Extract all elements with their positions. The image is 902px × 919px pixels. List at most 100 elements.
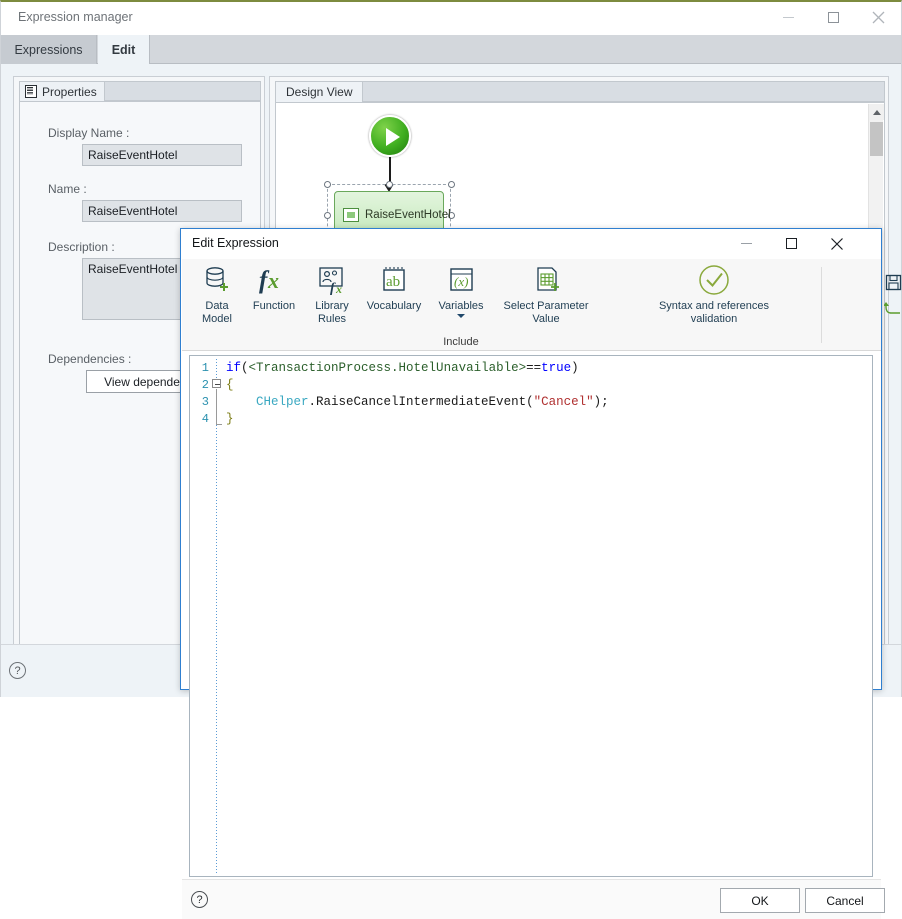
resize-handle[interactable] xyxy=(386,181,393,188)
close-button[interactable] xyxy=(856,2,901,32)
code-fold-end xyxy=(216,424,222,425)
properties-tab[interactable]: Properties xyxy=(19,81,105,101)
library-rules-icon: f x xyxy=(316,263,348,297)
dialog-maximize-button[interactable] xyxy=(769,229,814,258)
ribbon-label: Variables xyxy=(438,300,483,312)
ribbon-vocabulary-button[interactable]: ab Vocabulary xyxy=(358,263,430,313)
main-tabstrip: Expressions Edit xyxy=(1,35,901,64)
scroll-up-icon[interactable] xyxy=(869,104,884,120)
raise-event-icon xyxy=(343,208,359,222)
code-line-1: if(<TransactionProcess.HotelUnavailable>… xyxy=(226,361,579,375)
svg-text:(x): (x) xyxy=(454,274,468,289)
ribbon-label: Function xyxy=(253,300,295,312)
ribbon-label: Value xyxy=(532,313,559,325)
cancel-button[interactable]: Cancel xyxy=(805,888,885,913)
line-number: 4 xyxy=(191,412,209,426)
ribbon-library-rules-button[interactable]: f x LibraryRules xyxy=(306,263,358,325)
save-button[interactable] xyxy=(880,271,902,293)
resize-handle[interactable] xyxy=(324,212,331,219)
design-view-tab[interactable]: Design View xyxy=(275,81,363,102)
ribbon-label: validation xyxy=(691,313,737,325)
ok-button[interactable]: OK xyxy=(720,888,800,913)
minimize-icon xyxy=(741,243,752,244)
dialog-minimize-button[interactable] xyxy=(724,229,769,258)
ribbon-select-parameter-value-button[interactable]: Select ParameterValue xyxy=(492,263,600,325)
close-icon xyxy=(830,237,844,251)
close-icon xyxy=(872,11,885,24)
ribbon-label: Model xyxy=(202,313,232,325)
description-label: Description : xyxy=(48,240,115,254)
undo-button[interactable] xyxy=(880,297,902,319)
ribbon-group-include: DataModel f x Function xyxy=(182,259,606,351)
help-icon[interactable]: ? xyxy=(9,662,26,679)
dialog-close-button[interactable] xyxy=(814,229,859,258)
ribbon-divider xyxy=(821,267,822,343)
check-circle-icon xyxy=(697,263,731,297)
ribbon-group-format: Format xyxy=(830,259,902,351)
tab-expressions-label: Expressions xyxy=(14,43,82,57)
resize-handle[interactable] xyxy=(448,181,455,188)
start-event-node[interactable] xyxy=(369,115,411,157)
save-icon xyxy=(885,274,902,291)
fx-icon: f x xyxy=(257,263,291,297)
maximize-icon xyxy=(786,238,797,249)
design-view-tab-label: Design View xyxy=(286,85,352,99)
svg-text:x: x xyxy=(335,282,342,296)
resize-handle[interactable] xyxy=(324,181,331,188)
ribbon-variables-button[interactable]: (x) Variables xyxy=(430,263,492,318)
name-input[interactable] xyxy=(82,200,242,222)
code-line-3: CHelper.RaiseCancelIntermediateEvent("Ca… xyxy=(226,395,609,409)
code-editor[interactable]: 1 2 3 4 if(<TransactionProcess.HotelUnav… xyxy=(189,355,873,877)
select-parameter-value-icon xyxy=(530,263,562,297)
code-line-4: } xyxy=(226,412,234,426)
svg-text:x: x xyxy=(267,268,279,293)
design-view-tabstrip xyxy=(275,81,885,102)
main-titlebar: Expression manager xyxy=(1,2,901,35)
ribbon-syntax-validation-button[interactable]: Syntax and referencesvalidation xyxy=(616,263,812,325)
undo-icon xyxy=(884,301,902,316)
ribbon-group-label-format: Format xyxy=(870,336,902,348)
dialog-titlebar: Edit Expression xyxy=(181,229,881,259)
ribbon-label: Select Parameter xyxy=(504,300,589,312)
tab-expressions[interactable]: Expressions xyxy=(1,35,97,64)
ribbon-label: Data xyxy=(205,300,228,312)
line-number-gutter: 1 2 3 4 xyxy=(190,356,212,876)
vocabulary-ab-icon: ab xyxy=(378,263,410,297)
tab-edit[interactable]: Edit xyxy=(98,35,150,65)
ribbon-label: Syntax and references xyxy=(659,300,769,312)
maximize-button[interactable] xyxy=(811,2,856,32)
page-title: Expression manager xyxy=(18,10,133,24)
edit-expression-dialog: Edit Expression DataModel xyxy=(180,228,882,690)
ribbon-data-model-button[interactable]: DataModel xyxy=(190,263,244,325)
scrollbar-thumb[interactable] xyxy=(870,122,883,156)
minimize-button[interactable] xyxy=(766,2,811,32)
task-node-label: RaiseEventHotel xyxy=(365,209,437,222)
dialog-help-icon[interactable]: ? xyxy=(191,891,208,908)
svg-text:ab: ab xyxy=(386,274,400,290)
code-fold-toggle[interactable] xyxy=(212,379,221,388)
code-line-2: { xyxy=(226,378,234,392)
ribbon-group-label-include: Include xyxy=(418,336,504,348)
ribbon-label: Rules xyxy=(318,313,346,325)
ribbon-function-button[interactable]: f x Function xyxy=(244,263,304,313)
code-fold-line xyxy=(216,389,217,425)
variables-x-icon: (x) xyxy=(445,263,477,297)
minimize-icon xyxy=(783,17,794,18)
dependencies-label: Dependencies : xyxy=(48,352,131,366)
display-name-input[interactable] xyxy=(82,144,242,166)
line-number: 2 xyxy=(191,378,209,392)
line-number: 1 xyxy=(191,361,209,375)
chevron-down-icon[interactable] xyxy=(457,314,465,318)
ribbon-label: Library xyxy=(315,300,349,312)
properties-icon xyxy=(25,85,37,98)
dialog-ribbon: DataModel f x Function xyxy=(182,259,881,351)
ribbon-label: Vocabulary xyxy=(367,300,421,312)
dialog-title: Edit Expression xyxy=(192,236,279,250)
name-label: Name : xyxy=(48,182,87,196)
ribbon-group-validation: Syntax and referencesvalidation xyxy=(606,259,822,351)
database-add-icon xyxy=(201,263,233,297)
dialog-footer: ? OK Cancel xyxy=(182,879,881,919)
maximize-icon xyxy=(828,12,839,23)
properties-tab-label: Properties xyxy=(42,85,97,99)
display-name-label: Display Name : xyxy=(48,126,129,140)
